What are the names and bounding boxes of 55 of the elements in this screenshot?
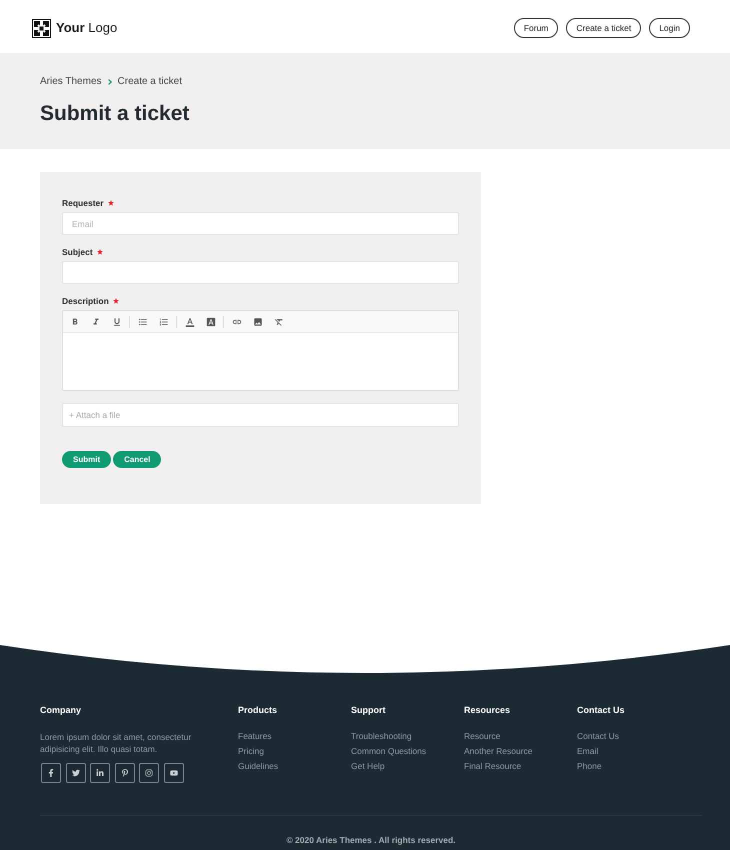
social-button[interactable]	[90, 763, 110, 783]
chevron-icon	[108, 79, 112, 85]
footer-heading: Products	[238, 704, 278, 717]
youtube-icon	[170, 769, 178, 777]
footer-link[interactable]: Email	[577, 744, 598, 759]
footer-link[interactable]: Another Resource	[464, 744, 533, 759]
clear-format-icon	[274, 316, 284, 326]
social-button[interactable]	[164, 763, 184, 783]
footer-link[interactable]: Get Help	[351, 759, 385, 774]
footer-link[interactable]: Phone	[577, 759, 602, 774]
nav-button[interactable]: Forum	[514, 18, 558, 38]
linkedin-icon	[96, 769, 104, 777]
footer-link[interactable]: Common Questions	[351, 744, 426, 759]
highlight-icon	[206, 316, 216, 326]
copyright-text: © 2020 Aries Themes . All rights reserved.	[286, 835, 456, 845]
social-button[interactable]	[41, 763, 61, 783]
instagram-icon	[145, 769, 153, 777]
field-label: Description	[62, 295, 109, 307]
footer-link[interactable]: Troubleshooting	[351, 729, 412, 744]
footer-link[interactable]: Final Resource	[464, 759, 522, 774]
footer-link[interactable]: Contact Us	[577, 729, 620, 744]
social-button[interactable]	[114, 763, 134, 783]
image-icon	[252, 316, 262, 326]
footer-heading: Support	[351, 704, 386, 717]
breadcrumb-current: Create a ticket	[118, 75, 182, 89]
footer-heading: Resources	[464, 704, 510, 717]
pinterest-icon	[120, 769, 128, 777]
cancel-button[interactable]: Cancel	[113, 451, 162, 468]
footer-heading: Contact Us	[577, 704, 625, 717]
bulleted-list-icon	[138, 316, 148, 326]
footer-heading: Company	[40, 704, 82, 717]
social-button[interactable]	[66, 763, 86, 783]
nav-button[interactable]: Login	[649, 18, 690, 38]
breadcrumb-link[interactable]: Aries Themes	[40, 75, 102, 89]
footer-description: Lorem ipsum dolor sit amet, consectetur adipisicing elit. Illo quasi totam.	[40, 731, 192, 755]
social-button[interactable]	[139, 763, 159, 783]
underline-icon	[112, 316, 122, 326]
facebook-icon	[47, 769, 55, 777]
footer-link[interactable]: Resource	[464, 729, 500, 744]
footer-link[interactable]: Guidelines	[238, 759, 278, 774]
page-title: Submit a ticket	[40, 101, 190, 127]
text-field[interactable]: Email	[62, 212, 459, 235]
logo-icon	[32, 18, 51, 38]
submit-button[interactable]: Submit	[62, 451, 112, 468]
text-color-icon	[184, 316, 194, 326]
footer-link[interactable]: Pricing	[238, 744, 264, 759]
italic-icon	[90, 316, 100, 326]
text-field[interactable]	[62, 261, 459, 284]
numbered-list-icon	[158, 316, 168, 326]
field-label: Subject	[62, 246, 93, 258]
twitter-icon	[72, 769, 80, 777]
logo-text: Your Logo	[56, 20, 118, 36]
nav-button[interactable]: Create a ticket	[566, 18, 642, 38]
footer-link[interactable]: Features	[238, 729, 272, 744]
field-label: Requester	[62, 197, 104, 209]
